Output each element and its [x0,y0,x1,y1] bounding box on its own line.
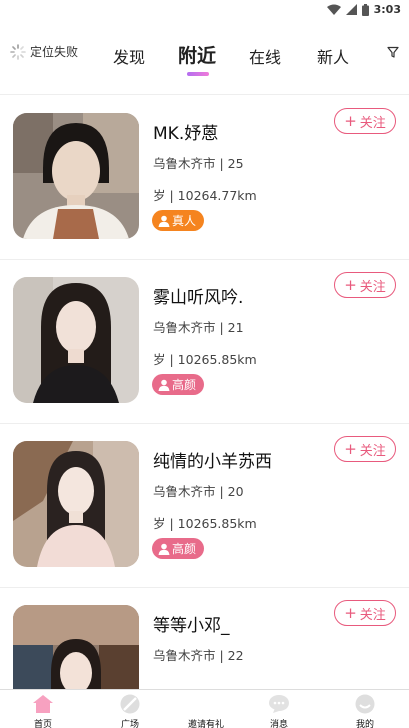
nav-label: 消息 [269,720,288,728]
user-distance: 岁 | 10264.77km [153,188,257,203]
user-distance: 岁 | 10265.85km [153,352,257,367]
badge-label: 高颜 [172,378,197,392]
message-icon [269,695,289,713]
gift-icon [198,701,214,713]
status-time: 3:03 [373,3,401,16]
follow-label: 关注 [359,115,386,131]
user-photo[interactable] [13,441,139,567]
status-bar: 3:03 [0,0,409,20]
badge-good-looks: 高颜 [152,538,205,559]
nav-label: 我的 [355,720,374,728]
nav-home[interactable]: 首页 [13,693,73,728]
user-name: 纯情的小羊苏西 [153,452,272,472]
nav-profile[interactable]: 我的 [335,693,395,728]
profile-icon [355,694,375,714]
user-location-age: 乌鲁木齐市 | 20 [153,484,244,499]
follow-button[interactable]: + 关注 [334,272,396,298]
nav-messages[interactable]: 消息 [249,693,309,728]
tab-newcomers[interactable]: 新人 [317,44,349,68]
person-icon [158,543,170,555]
plus-icon: + [344,275,357,294]
user-photo[interactable] [13,113,139,239]
filter-icon[interactable] [387,46,399,58]
user-location-age: 乌鲁木齐市 | 25 [153,156,244,171]
status-icons: 3:03 [326,3,401,16]
plus-icon: + [344,603,357,622]
plus-icon: + [344,111,357,130]
loading-spinner-icon [10,43,26,60]
location-status[interactable]: 定位失败 [10,43,78,60]
nav-plaza[interactable]: 广场 [100,693,160,728]
follow-label: 关注 [359,279,386,295]
plus-icon: + [344,439,357,458]
user-location-age: 乌鲁木齐市 | 21 [153,320,244,335]
follow-button[interactable]: + 关注 [334,108,396,134]
home-icon [33,695,53,713]
nav-label: 邀请有礼 [187,720,224,728]
user-name: 雾山听风吟. [153,288,244,308]
wifi-icon [326,4,341,15]
tab-nearby[interactable]: 附近 [178,41,216,68]
user-card[interactable]: 雾山听风吟. 乌鲁木齐市 | 21 岁 | 10265.85km 高颜 + 关注 [0,259,409,423]
follow-button[interactable]: + 关注 [334,600,396,626]
follow-label: 关注 [359,607,386,623]
tab-online[interactable]: 在线 [249,44,281,68]
location-label: 定位失败 [30,45,79,59]
user-photo[interactable] [13,277,139,403]
badge-real-person: 真人 [152,210,205,231]
user-name: MK.妤蒽 [153,124,219,144]
badge-label: 真人 [172,214,197,228]
top-nav: 定位失败 发现 附近 在线 新人 [0,28,409,84]
signal-icon [345,4,357,15]
battery-icon [361,3,369,16]
badge-good-looks: 高颜 [152,374,205,395]
tab-discover[interactable]: 发现 [113,44,145,68]
active-tab-indicator [187,72,209,76]
user-card[interactable]: MK.妤蒽 乌鲁木齐市 | 25 岁 | 10264.77km 真人 + 关注 [0,95,409,259]
plaza-icon [120,694,140,714]
follow-label: 关注 [359,443,386,459]
user-distance: 岁 | 10265.85km [153,516,257,531]
person-icon [158,379,170,391]
user-name: 等等小邓_ [153,616,230,636]
nav-label: 首页 [33,720,52,728]
bottom-nav: 首页 广场 邀请有礼 消息 我的 [0,689,409,728]
badge-label: 高颜 [172,542,197,556]
user-card[interactable]: 纯情的小羊苏西 乌鲁木齐市 | 20 岁 | 10265.85km 高颜 + 关… [0,423,409,587]
follow-button[interactable]: + 关注 [334,436,396,462]
nav-label: 广场 [120,720,139,728]
person-icon [158,215,170,227]
nav-invite[interactable]: 邀请有礼 [176,693,236,728]
user-location-age: 乌鲁木齐市 | 22 [153,648,244,663]
